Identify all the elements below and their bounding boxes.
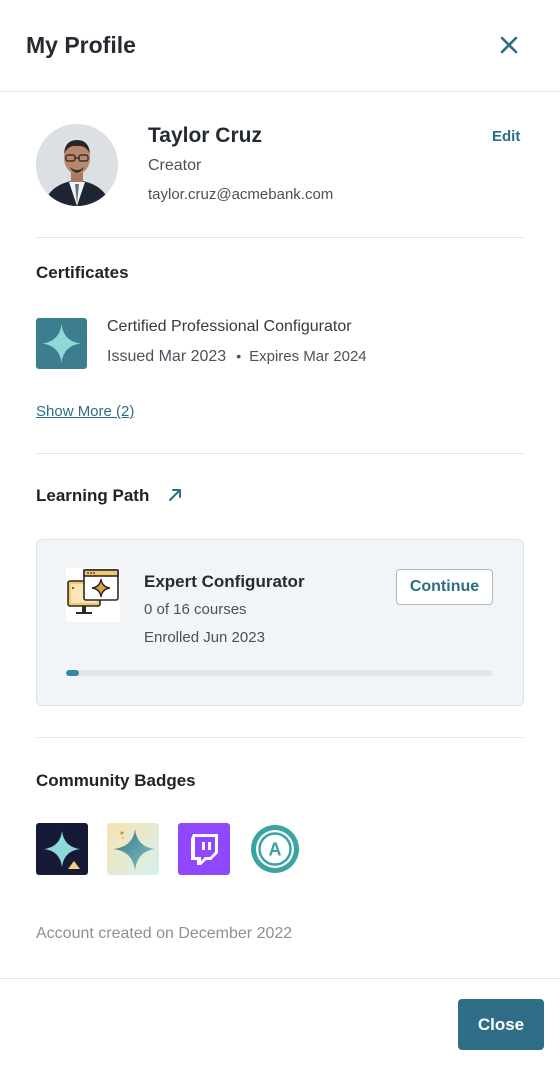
learning-path-name: Expert Configurator (144, 572, 305, 591)
profile-name: Taylor Cruz (148, 124, 262, 147)
profile-email: taylor.cruz@acmebank.com (148, 186, 334, 203)
divider (36, 237, 524, 238)
progress-fill (66, 670, 79, 676)
learning-path-heading: Learning Path (36, 486, 150, 505)
certificate-issued: Issued Mar 2023 (107, 348, 227, 365)
divider (36, 453, 524, 454)
continue-button[interactable]: Continue (396, 569, 493, 605)
certificates-heading: Certificates (36, 263, 129, 282)
person-photo-icon (36, 124, 118, 206)
arrow-up-right-icon[interactable] (167, 487, 183, 503)
page-title: My Profile (26, 32, 136, 58)
close-button[interactable]: Close (458, 999, 544, 1050)
community-badges-heading: Community Badges (36, 771, 196, 790)
certificate-expires: Expires Mar 2024 (249, 348, 367, 365)
avatar (36, 124, 118, 206)
twitch-badge-icon (178, 823, 230, 875)
learning-path-card (36, 539, 524, 706)
certificate-name: Certified Professional Configurator (107, 318, 352, 335)
course-count: 0 of 16 courses (144, 601, 247, 618)
divider (36, 737, 524, 738)
close-x-icon[interactable] (494, 30, 524, 60)
monitor-sparkle-icon (66, 568, 120, 622)
sparkle-icon (36, 318, 87, 369)
certificate-dates: Issued Mar 2023 • Expires Mar 2024 (107, 348, 367, 366)
sparkle-dark-badge-icon (36, 823, 88, 875)
profile-role: Creator (148, 157, 202, 174)
show-more-link[interactable]: Show More (2) (36, 403, 134, 420)
separator-dot: • (236, 348, 242, 364)
badge-letter: A (269, 840, 282, 860)
enrolled-date: Enrolled Jun 2023 (144, 629, 265, 646)
sparkle-gradient-badge-icon (107, 823, 159, 875)
progress-bar (66, 670, 493, 676)
edit-profile-link[interactable]: Edit (492, 128, 520, 145)
account-created-text: Account created on December 2022 (36, 925, 293, 942)
letter-a-badge-icon: A (249, 823, 301, 875)
modal-header: My Profile (0, 0, 560, 92)
